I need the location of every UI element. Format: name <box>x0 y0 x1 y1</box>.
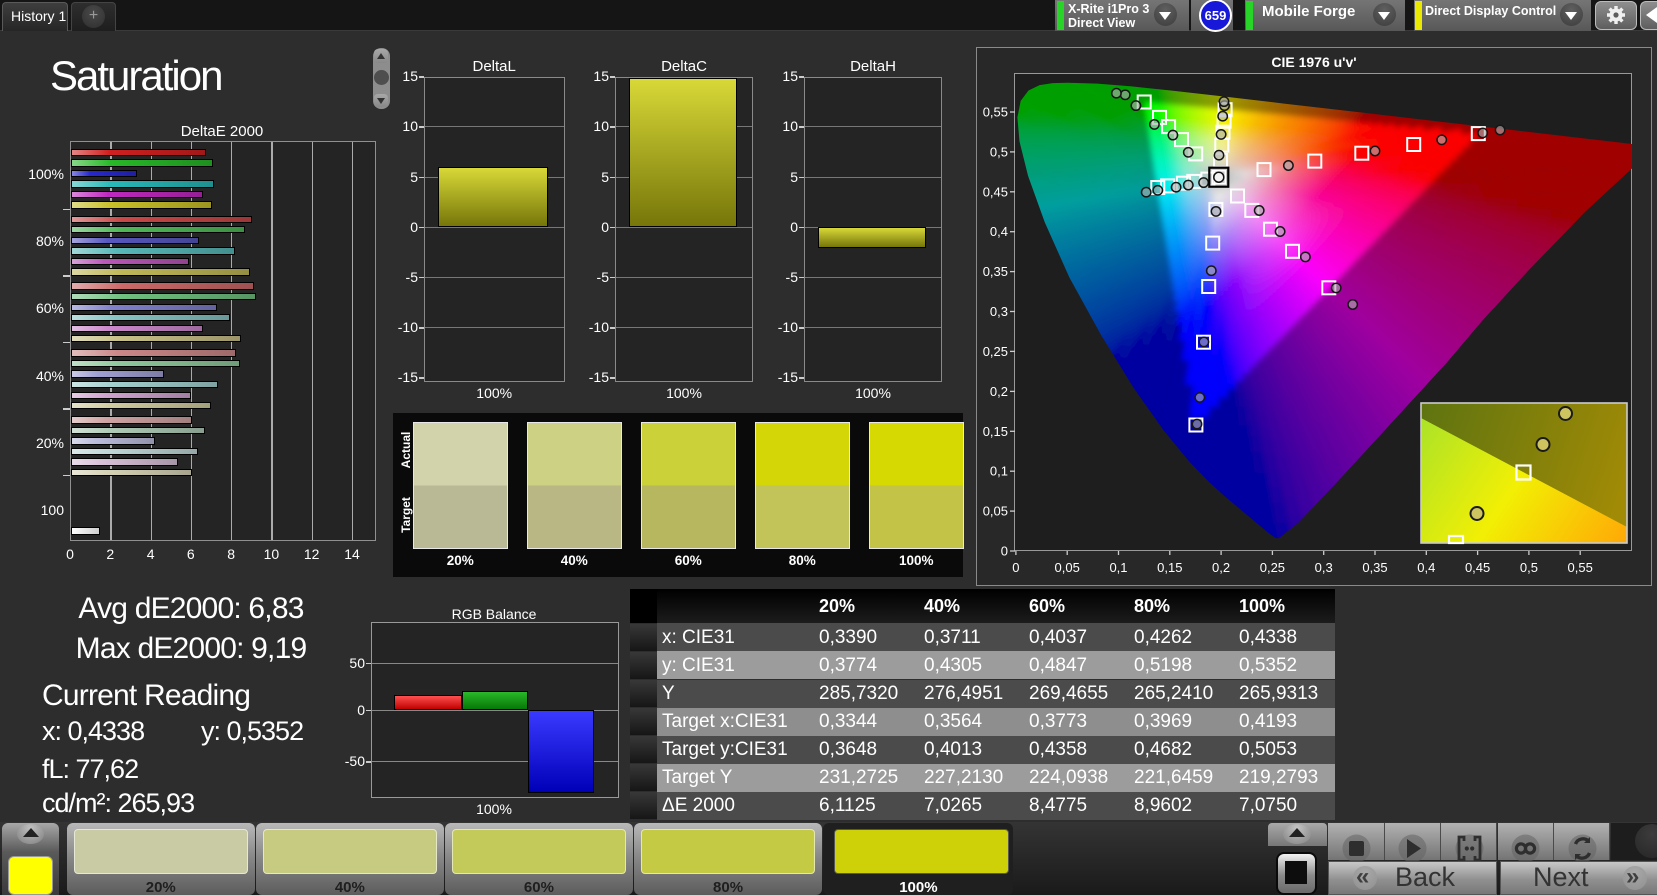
svg-text:0: 0 <box>1012 560 1019 575</box>
svg-text:0,2: 0,2 <box>990 384 1008 399</box>
svg-text:0,45: 0,45 <box>983 184 1008 199</box>
svg-text:0,15: 0,15 <box>983 424 1008 439</box>
svg-text:0,4: 0,4 <box>990 224 1008 239</box>
svg-text:0,55: 0,55 <box>1568 560 1593 575</box>
svg-text:0,25: 0,25 <box>983 344 1008 359</box>
svg-text:0,25: 0,25 <box>1260 560 1285 575</box>
svg-text:0: 0 <box>1001 544 1008 559</box>
svg-text:0,05: 0,05 <box>1055 560 1080 575</box>
svg-text:0,3: 0,3 <box>1315 560 1333 575</box>
svg-text:0,55: 0,55 <box>983 105 1008 120</box>
svg-text:0,1: 0,1 <box>1109 560 1127 575</box>
svg-text:0,35: 0,35 <box>1362 560 1387 575</box>
svg-text:0,2: 0,2 <box>1212 560 1230 575</box>
svg-text:0,45: 0,45 <box>1465 560 1490 575</box>
svg-text:0,4: 0,4 <box>1417 560 1435 575</box>
svg-text:0,1: 0,1 <box>990 464 1008 479</box>
svg-text:0,05: 0,05 <box>983 504 1008 519</box>
svg-text:0,5: 0,5 <box>1520 560 1538 575</box>
svg-text:0,5: 0,5 <box>990 144 1008 159</box>
svg-text:0,35: 0,35 <box>983 264 1008 279</box>
svg-text:0,3: 0,3 <box>990 304 1008 319</box>
svg-text:0,15: 0,15 <box>1157 560 1182 575</box>
